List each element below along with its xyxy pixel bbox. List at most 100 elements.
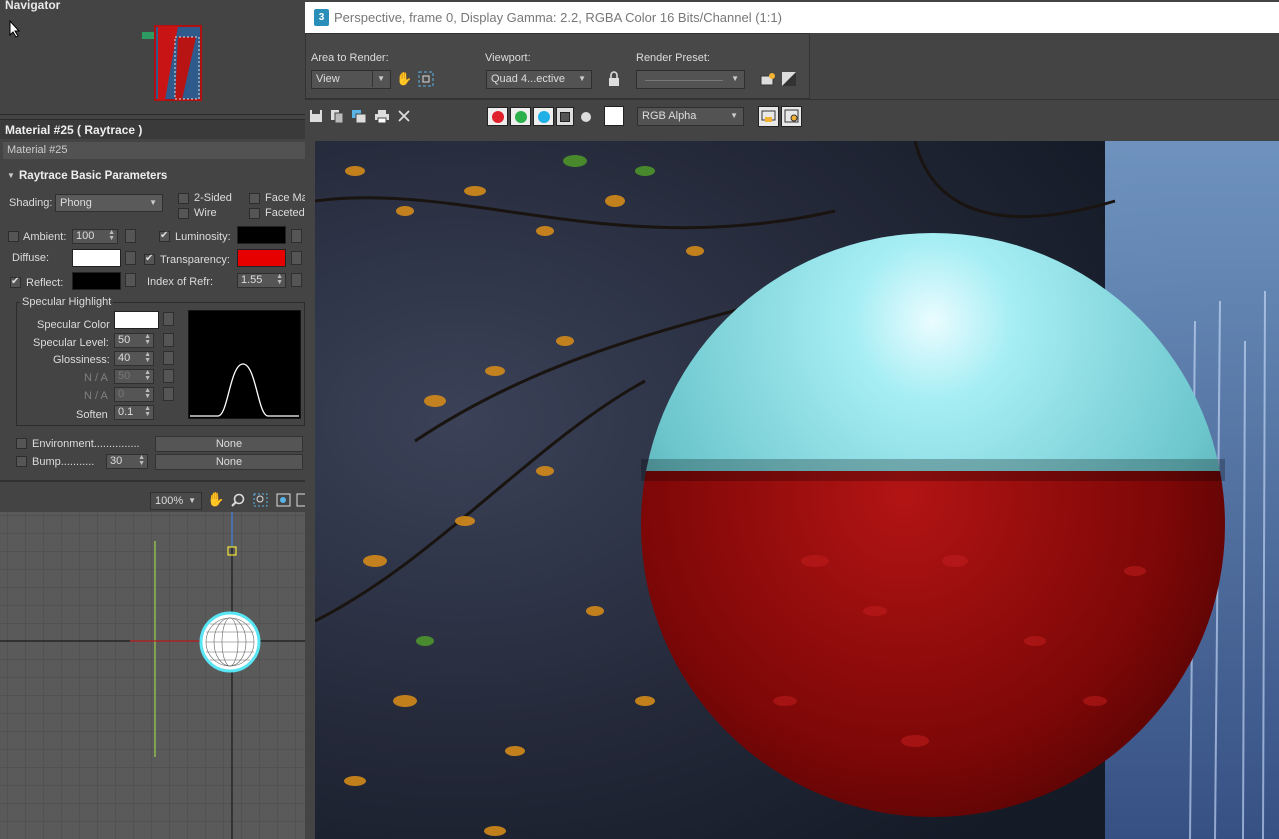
soften-spinner[interactable]: 0.1 ▲ ▼ xyxy=(114,405,154,420)
render-toolbar: RGB Alpha ▼ xyxy=(305,99,1279,129)
panel-divider xyxy=(0,480,305,482)
rollout-title[interactable]: Raytrace Basic Parameters xyxy=(19,170,167,182)
ambient-label: Ambient: xyxy=(23,231,67,243)
diffuse-color-swatch[interactable] xyxy=(72,249,121,267)
copy-icon[interactable] xyxy=(330,109,344,123)
luminosity-map-button[interactable] xyxy=(291,229,302,243)
red-channel-icon xyxy=(492,111,504,123)
reflect-checkbox[interactable] xyxy=(10,276,21,288)
specular-level-label: Specular Level: xyxy=(33,337,109,349)
alpha-channel-icon xyxy=(560,112,570,122)
glossiness-map-button[interactable] xyxy=(163,351,174,365)
luminosity-checkbox[interactable] xyxy=(159,230,170,242)
red-channel-button[interactable] xyxy=(487,107,508,126)
ambient-spinner[interactable]: 100 ▲ ▼ xyxy=(72,229,118,244)
monochrome-icon[interactable] xyxy=(581,112,591,122)
two-sided-checkbox[interactable] xyxy=(178,193,189,204)
lock-icon[interactable] xyxy=(607,71,621,87)
navigator-preview[interactable] xyxy=(0,12,305,115)
area-to-render-dropdown[interactable]: View ▼ xyxy=(311,70,391,89)
glossiness-value: 40 xyxy=(118,352,131,364)
alpha-channel-button[interactable] xyxy=(556,107,574,126)
ambient-map-button[interactable] xyxy=(125,229,136,243)
faceted-checkbox[interactable] xyxy=(249,208,260,219)
ui-overlay-icon xyxy=(761,110,776,122)
specular-level-value: 50 xyxy=(118,334,131,346)
auto-region-icon[interactable] xyxy=(418,71,434,87)
specular-color-label: Specular Color xyxy=(37,319,110,331)
ambient-checkbox[interactable] xyxy=(8,231,19,242)
environment-checkbox[interactable] xyxy=(16,438,27,449)
reflect-map-button[interactable] xyxy=(125,273,136,287)
environment-label: Environment............... xyxy=(32,438,140,450)
glossiness-label: Glossiness: xyxy=(53,354,110,366)
transparency-map-button[interactable] xyxy=(291,251,302,265)
clear-icon[interactable] xyxy=(398,110,410,122)
material-name-field[interactable]: Material #25 xyxy=(3,142,305,159)
viewport-dropdown[interactable]: Quad 4...ective ▼ xyxy=(486,70,592,89)
na2-map-button[interactable] xyxy=(163,387,174,401)
zoom-extents-icon[interactable] xyxy=(276,493,291,507)
glossiness-spinner[interactable]: 40 ▲ ▼ xyxy=(114,351,154,366)
chevron-down-icon: ▼ xyxy=(578,74,586,83)
ior-label: Index of Refr: xyxy=(147,276,214,288)
green-channel-button[interactable] xyxy=(510,107,531,126)
bump-spinner[interactable]: 30 ▲ ▼ xyxy=(106,454,148,469)
bump-map-button[interactable]: None xyxy=(155,454,303,470)
rollout-collapse-icon[interactable]: ▼ xyxy=(7,171,15,180)
toggle-ui-overlay-button[interactable] xyxy=(758,106,779,127)
viewport-toolbar: 100% ▼ ✋ xyxy=(0,488,305,512)
two-sided-label: 2-Sided xyxy=(194,192,232,204)
zoom-dropdown[interactable]: 100% ▼ xyxy=(150,492,202,510)
reflect-color-swatch[interactable] xyxy=(72,272,121,290)
transparency-color-swatch[interactable] xyxy=(237,249,286,267)
faceted-label: Faceted xyxy=(265,207,305,219)
toggle-ui-button[interactable] xyxy=(781,106,802,127)
na1-map-button[interactable] xyxy=(163,369,174,383)
rendered-image xyxy=(315,141,1279,839)
zoom-magnifier-icon[interactable] xyxy=(231,493,245,507)
environment-effects-icon[interactable] xyxy=(781,71,797,87)
render-preset-dropdown[interactable]: ▼ xyxy=(636,70,745,89)
na2-value: 0 xyxy=(118,388,125,400)
face-map-checkbox[interactable] xyxy=(249,193,260,204)
zoom-extents-selected-icon[interactable] xyxy=(296,493,305,507)
environment-map-button[interactable]: None xyxy=(155,436,303,452)
color-swatch[interactable] xyxy=(604,106,624,126)
specular-level-map-button[interactable] xyxy=(163,333,174,347)
bump-label: Bump........... xyxy=(32,456,95,468)
ior-spinner[interactable]: 1.55 ▲ ▼ xyxy=(237,273,286,288)
controls-panel xyxy=(305,33,810,99)
display-channel-dropdown[interactable]: RGB Alpha ▼ xyxy=(637,107,744,126)
clone-icon[interactable] xyxy=(351,109,367,123)
chevron-down-icon: ▼ xyxy=(731,74,739,83)
blue-channel-button[interactable] xyxy=(533,107,554,126)
material-editor-panel: Navigator Material #25 ( Raytrace ) Mate… xyxy=(0,0,308,839)
chevron-down-icon: ▼ xyxy=(372,71,385,87)
shading-dropdown[interactable]: Phong ▼ xyxy=(55,194,163,212)
diffuse-label: Diffuse: xyxy=(12,252,50,264)
viewport-label: Viewport: xyxy=(485,52,531,64)
render-controls: Area to Render: View ▼ ✋ Viewport: Quad … xyxy=(305,33,1279,99)
reflect-label: Reflect: xyxy=(26,277,64,289)
specular-color-map-button[interactable] xyxy=(163,312,174,326)
zoom-region-icon[interactable] xyxy=(253,493,268,507)
viewport-grid[interactable] xyxy=(0,512,305,839)
print-icon[interactable] xyxy=(374,109,390,123)
render-preset-label: Render Preset: xyxy=(636,52,710,64)
pan-hand-icon[interactable]: ✋ xyxy=(207,491,224,508)
wire-checkbox[interactable] xyxy=(178,208,189,219)
window-title[interactable]: Perspective, frame 0, Display Gamma: 2.2… xyxy=(305,2,1279,33)
render-setup-icon[interactable] xyxy=(759,71,777,87)
bump-checkbox[interactable] xyxy=(16,456,27,467)
app-logo-icon: 3 xyxy=(314,9,329,26)
save-icon[interactable] xyxy=(309,109,323,123)
transparency-checkbox[interactable] xyxy=(144,253,155,265)
specular-level-spinner[interactable]: 50 ▲ ▼ xyxy=(114,333,154,348)
ior-map-button[interactable] xyxy=(291,273,302,287)
luminosity-color-swatch[interactable] xyxy=(237,226,286,244)
specular-color-swatch[interactable] xyxy=(114,311,159,329)
diffuse-map-button[interactable] xyxy=(125,251,136,265)
render-canvas[interactable] xyxy=(315,141,1279,839)
edit-region-icon[interactable]: ✋ xyxy=(396,71,412,87)
